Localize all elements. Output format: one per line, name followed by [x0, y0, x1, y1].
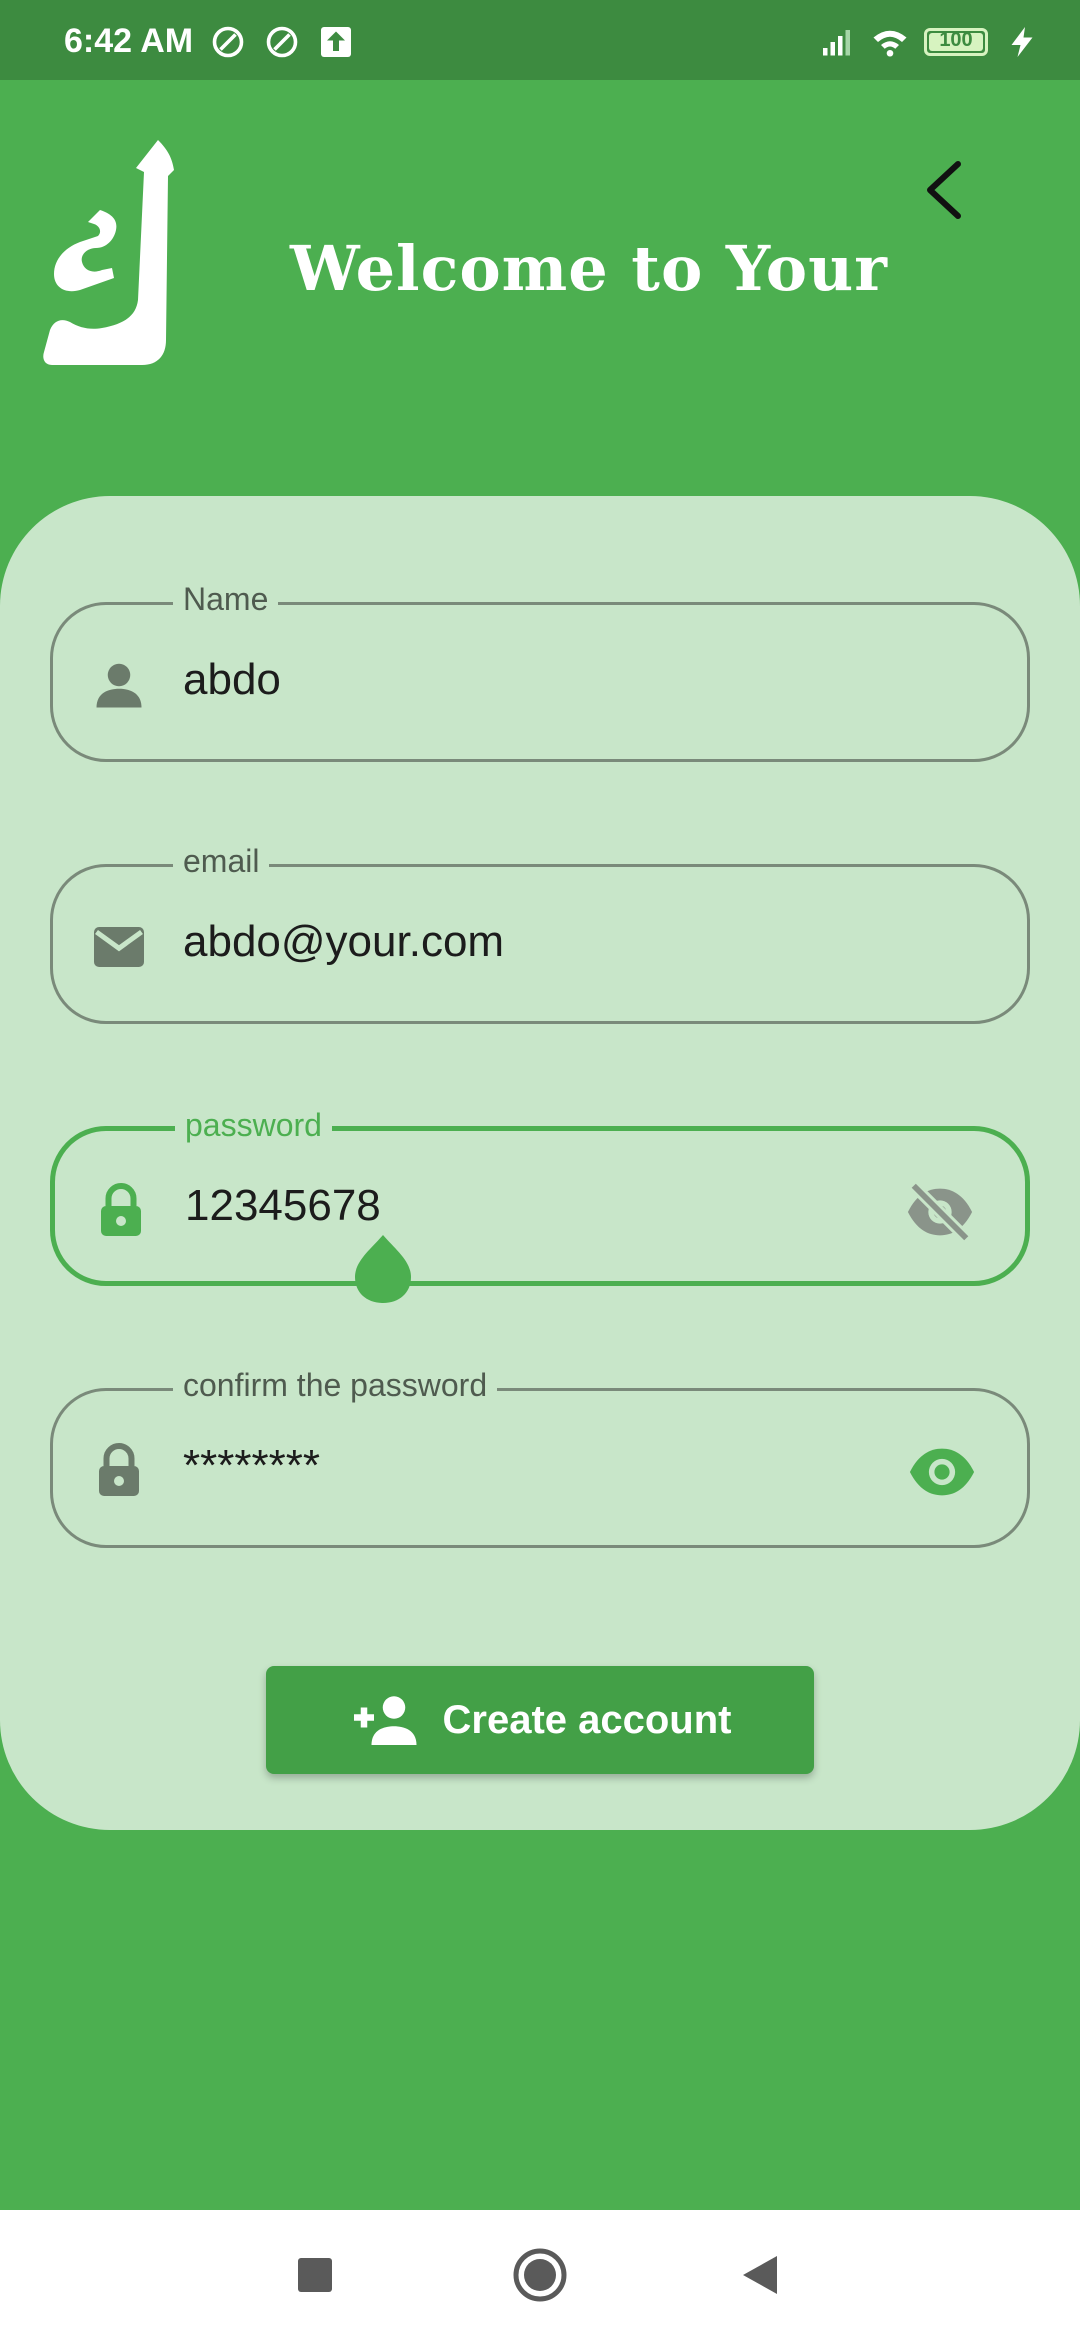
battery-icon: 100 [924, 28, 988, 56]
email-label: email [173, 843, 270, 880]
status-bar: 6:42 AM 100 [0, 0, 1080, 80]
welcome-title: Welcome to Your [290, 232, 888, 305]
charging-icon [1011, 27, 1033, 57]
at-icon [266, 26, 298, 58]
upload-icon [321, 27, 351, 57]
create-account-label: Create account [442, 1697, 732, 1742]
status-time: 6:42 AM [64, 22, 194, 60]
visibility-icon[interactable] [907, 1437, 977, 1507]
text-cursor-handle[interactable] [351, 1231, 415, 1311]
lock-icon [99, 1442, 139, 1496]
signal-icon [823, 30, 850, 56]
person-add-icon [353, 1696, 416, 1745]
home-circle-icon[interactable] [505, 2240, 575, 2310]
create-account-button[interactable]: Create account [266, 1666, 814, 1774]
signup-card: Name abdo email abdo@your.com password 1… [0, 496, 1080, 1830]
confirm-password-label: confirm the password [173, 1367, 498, 1404]
name-field[interactable]: Name abdo [50, 581, 1030, 762]
password-label: password [175, 1107, 332, 1144]
back-triangle-icon[interactable] [725, 2240, 795, 2310]
battery-level: 100 [939, 29, 973, 51]
back-chevron-icon[interactable] [908, 150, 978, 230]
lock-icon [101, 1182, 141, 1236]
person-icon [96, 663, 142, 708]
recents-square-icon[interactable] [280, 2240, 350, 2310]
at-icon [212, 26, 244, 58]
app-logo [43, 140, 174, 365]
mail-icon [94, 927, 144, 967]
wifi-icon [873, 30, 907, 57]
password-field[interactable]: password 12345678 [50, 1107, 1030, 1303]
visibility-off-icon[interactable] [905, 1177, 975, 1247]
confirm-password-field[interactable]: confirm the password ******** [50, 1367, 1030, 1548]
confirm-password-input[interactable]: ******** [183, 1441, 320, 1491]
email-field[interactable]: email abdo@your.com [50, 843, 1030, 1024]
password-input[interactable]: 12345678 [185, 1181, 381, 1231]
name-input[interactable]: abdo [183, 655, 281, 705]
name-label: Name [173, 581, 279, 618]
navigation-bar [0, 2210, 1080, 2340]
email-input[interactable]: abdo@your.com [183, 917, 504, 967]
